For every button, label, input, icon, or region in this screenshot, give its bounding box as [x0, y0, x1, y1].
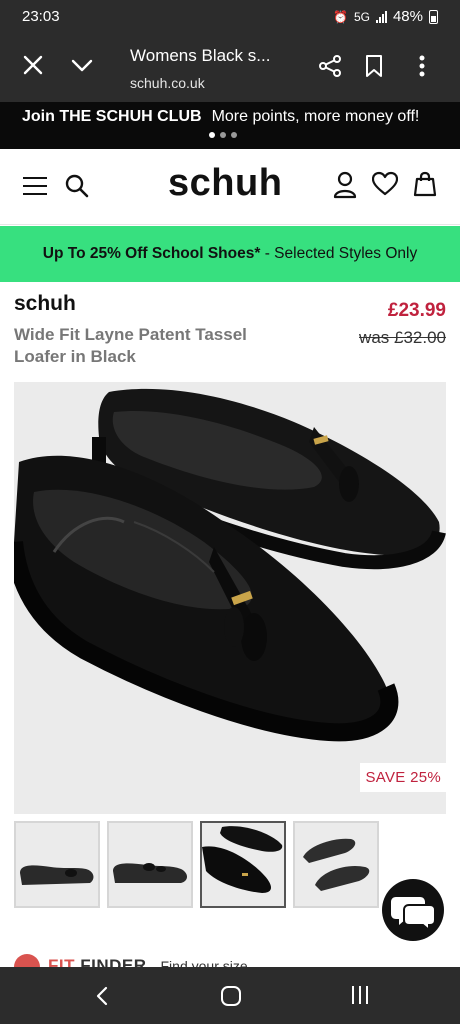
more-options-icon[interactable] — [418, 54, 426, 78]
system-navigation-bar — [0, 967, 460, 1024]
carousel-dot[interactable] — [231, 132, 237, 138]
club-title: Join THE SCHUH CLUB — [22, 108, 202, 125]
network-label: 5G — [353, 9, 370, 24]
carousel-dots — [209, 132, 237, 138]
browser-tab-title: Womens Black s... — [130, 46, 271, 65]
promo-rest-text: - Selected Styles Only — [260, 245, 418, 262]
account-icon[interactable] — [333, 171, 357, 199]
browser-url[interactable]: schuh.co.uk — [130, 75, 205, 91]
club-banner[interactable]: Join THE SCHUH CLUB More points, more mon… — [0, 102, 460, 149]
thumbnail-1[interactable] — [14, 821, 100, 908]
loafer-pair-image — [14, 388, 446, 742]
thumbnail-4[interactable] — [293, 821, 379, 908]
carousel-dot[interactable] — [220, 132, 226, 138]
thumbnail-3-selected[interactable] — [200, 821, 286, 908]
thumbnail-2[interactable] — [107, 821, 193, 908]
battery-icon — [429, 9, 438, 24]
status-bar: 23:03 ⏰ 5G 48% — [0, 0, 460, 34]
product-brand[interactable]: schuh — [14, 292, 76, 316]
save-badge: SAVE 25% — [359, 763, 446, 792]
site-logo[interactable]: schuh — [168, 162, 282, 205]
close-icon[interactable] — [22, 54, 44, 76]
back-icon[interactable] — [94, 985, 110, 1007]
product-main-image[interactable]: SAVE 25% — [14, 382, 446, 814]
alarm-icon: ⏰ — [333, 9, 348, 24]
shopping-bag-icon[interactable] — [413, 171, 437, 197]
product-name: Wide Fit Layne Patent Tassel Loafer in B… — [14, 325, 247, 366]
home-icon[interactable] — [221, 986, 241, 1006]
product-price: £23.99 — [387, 300, 446, 321]
search-icon[interactable] — [64, 173, 90, 199]
thumbnail-strip — [14, 821, 379, 908]
club-subtitle: More points, more money off! — [211, 108, 420, 125]
status-icons: ⏰ 5G 48% — [333, 8, 438, 25]
chat-button[interactable] — [382, 879, 444, 941]
promo-bold-text: Up To 25% Off School Shoes* — [42, 245, 261, 262]
site-header: schuh — [0, 149, 460, 225]
recent-apps-icon[interactable] — [352, 986, 368, 1004]
promo-banner[interactable]: Up To 25% Off School Shoes* - Selected S… — [0, 226, 460, 282]
signal-icon — [375, 10, 387, 23]
wishlist-heart-icon[interactable] — [372, 171, 398, 197]
browser-toolbar: Womens Black s... schuh.co.uk — [0, 34, 460, 102]
menu-icon[interactable] — [23, 177, 47, 195]
share-icon[interactable] — [318, 54, 342, 78]
battery-label: 48% — [392, 8, 423, 25]
chevron-down-icon[interactable] — [70, 54, 94, 76]
product-was-price: was £32.00 — [359, 328, 446, 347]
carousel-dot[interactable] — [209, 132, 215, 138]
chat-bubbles-icon — [391, 897, 436, 933]
status-time: 23:03 — [22, 8, 60, 25]
bookmark-icon[interactable] — [364, 54, 384, 78]
